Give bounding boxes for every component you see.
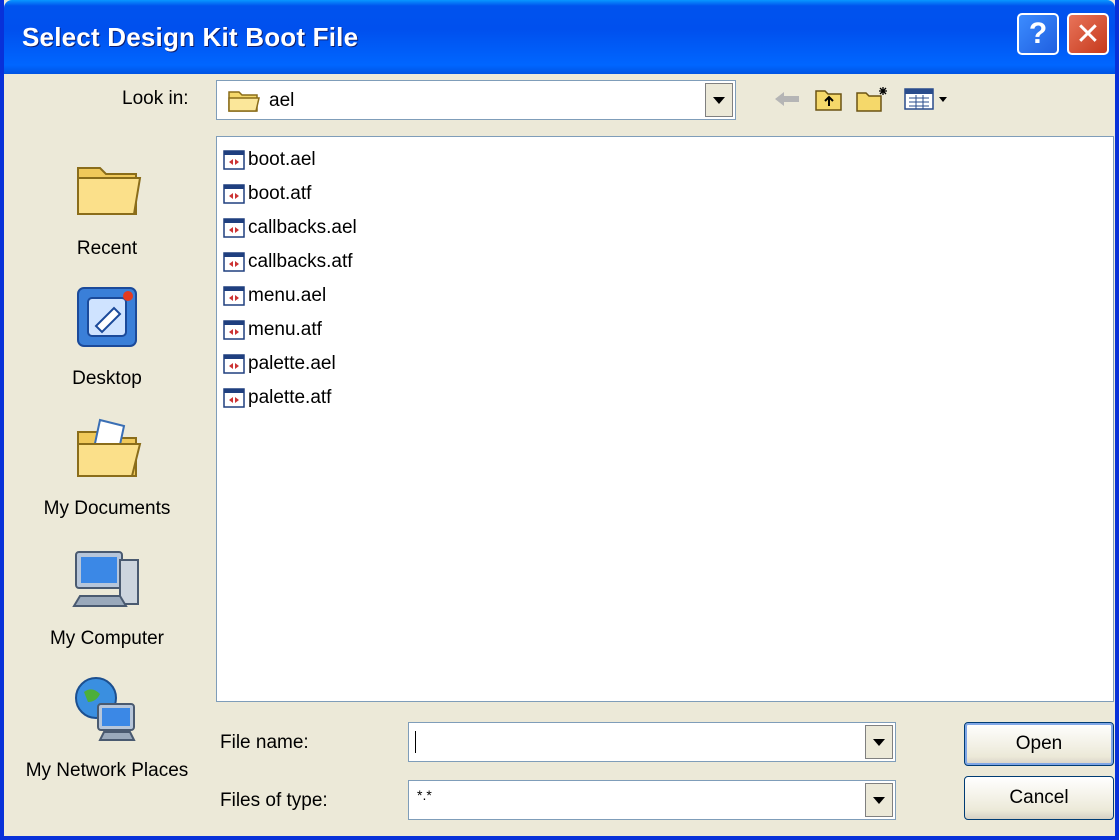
recent-folder-icon [77,167,142,215]
chevron-down-icon [873,796,885,804]
view-menu-button[interactable] [902,85,952,113]
file-type-value: *.* [417,787,432,803]
place-my-documents-label: My Documents [43,498,171,519]
network-places-icon [75,677,136,741]
file-type-label: Files of type: [220,790,328,811]
file-icon [223,388,245,408]
look-in-dropdown[interactable]: ael [216,80,736,120]
list-item[interactable]: boot.atf [223,179,311,209]
file-name-dropdown-arrow[interactable] [865,725,893,759]
place-my-network-places-label: My Network Places [25,760,189,781]
look-in-label: Look in: [122,88,189,109]
list-item[interactable]: menu.atf [223,315,322,345]
place-my-network-places[interactable]: My Network Places [18,672,196,783]
list-item[interactable]: palette.ael [223,349,336,379]
file-icon [223,252,245,272]
close-icon: ✕ [1075,17,1101,51]
up-folder-icon [815,90,842,111]
chevron-down-icon [713,96,725,104]
new-folder-icon [856,87,887,112]
file-icon [223,354,245,374]
list-item[interactable]: callbacks.ael [223,213,357,243]
dialog-title: Select Design Kit Boot File [22,22,359,52]
place-recent[interactable]: Recent [18,152,196,260]
back-arrow-icon [775,92,799,106]
places-bar: Recent Desktop My Documents My Computer … [18,138,196,836]
folder-icon [228,91,260,112]
file-type-dropdown[interactable]: *.* [408,780,896,820]
title-bar[interactable]: Select Design Kit Boot File ? ✕ [4,0,1115,74]
list-item[interactable]: boot.ael [223,145,316,175]
open-file-dialog: Select Design Kit Boot File ? ✕ Look in:… [0,0,1119,840]
my-computer-icon [72,551,139,607]
place-my-documents[interactable]: My Documents [18,412,196,520]
look-in-dropdown-arrow[interactable] [705,83,733,117]
list-item[interactable]: palette.atf [223,383,331,413]
place-recent-label: Recent [76,238,138,259]
list-item[interactable]: menu.ael [223,281,326,311]
place-my-computer-label: My Computer [49,628,165,649]
text-cursor [415,731,416,753]
chevron-down-icon [873,738,885,746]
back-button[interactable] [770,85,804,113]
my-documents-icon [77,418,142,477]
view-menu-icon [904,88,947,110]
place-desktop[interactable]: Desktop [18,282,196,390]
file-icon [223,320,245,340]
file-icon [223,184,245,204]
help-button[interactable]: ? [1017,13,1059,55]
file-name-input[interactable] [408,722,896,762]
file-type-dropdown-arrow[interactable] [865,783,893,817]
list-item[interactable]: callbacks.atf [223,247,353,277]
new-folder-button[interactable] [854,85,892,113]
file-name-label: File name: [220,732,309,753]
file-icon [223,286,245,306]
file-icon [223,150,245,170]
desktop-icon [77,287,137,347]
file-list[interactable]: boot.ael boot.atf callbacks.ael callback… [216,136,1114,702]
look-in-value: ael [269,90,295,111]
place-desktop-label: Desktop [72,368,142,389]
up-folder-button[interactable] [812,85,846,113]
help-icon: ? [1028,17,1048,50]
place-my-computer[interactable]: My Computer [18,542,196,650]
open-button[interactable]: Open [964,722,1114,766]
file-icon [223,218,245,238]
close-button[interactable]: ✕ [1067,13,1109,55]
cancel-button[interactable]: Cancel [964,776,1114,820]
